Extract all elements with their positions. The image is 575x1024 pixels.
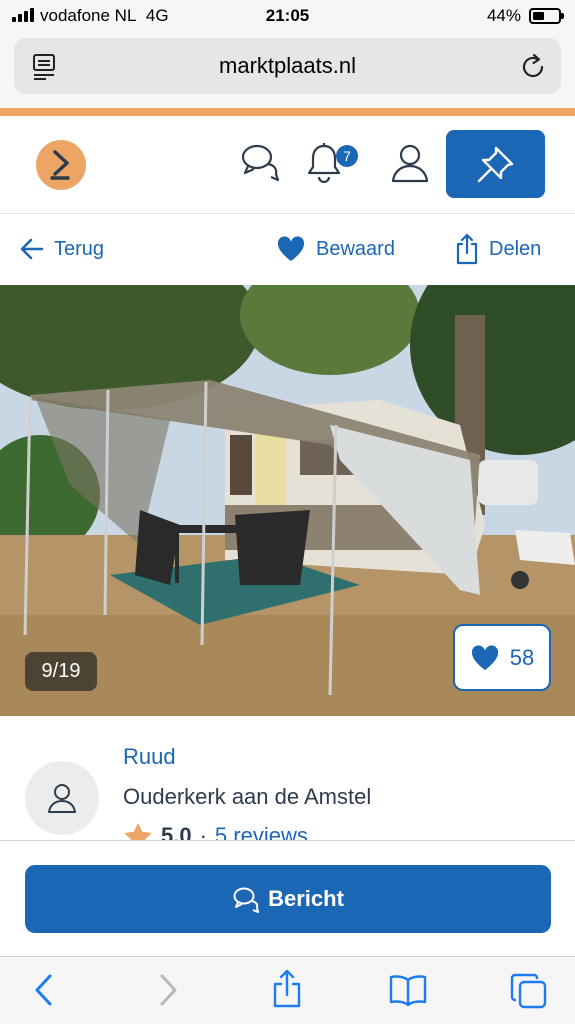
browser-toolbar [0,956,575,1024]
address-bar[interactable]: marktplaats.nl [14,38,561,94]
favorite-count: 58 [509,644,535,670]
place-ad-button[interactable] [446,130,545,198]
avatar[interactable] [25,761,99,835]
book-icon[interactable] [388,973,428,1012]
logo-icon[interactable] [36,140,86,190]
message-label: Bericht [268,886,344,911]
photo-counter: 9/19 [25,652,97,691]
reload-icon[interactable] [521,52,547,85]
favorite-count-button[interactable]: 58 [453,624,551,691]
rating-separator: · [199,823,207,840]
listing-actions: Terug Bewaard Delen [0,214,575,284]
seller-rating: 5.0 · 5 reviews [123,822,308,840]
url-text: marktplaats.nl [219,53,356,78]
heart-icon [471,644,498,670]
seller-location: Ouderkerk aan de Amstel [123,784,372,809]
arrow-left-icon [20,238,44,260]
chevron-left-icon[interactable] [32,973,56,1012]
site-header: 7 [0,116,575,214]
back-link[interactable]: Terug [20,234,104,264]
saved-button[interactable]: Bewaard [276,234,395,264]
chat-icon[interactable] [240,142,280,187]
back-label: Terug [54,237,105,260]
share-button[interactable]: Delen [455,233,542,265]
bell-icon[interactable] [306,142,342,189]
star-icon [124,823,152,840]
avatar-icon [48,784,76,813]
message-button[interactable]: Bericht [25,865,551,933]
status-bar: vodafone NL 4G 21:05 44% [0,0,575,34]
battery-fill [533,12,544,20]
browser-address-area: marktplaats.nl [0,34,575,108]
seller-name[interactable]: Ruud [123,744,176,770]
seller-info: Ruud Ouderkerk aan de Amstel 5.0 · 5 rev… [0,716,575,840]
chevron-right-icon[interactable] [156,973,180,1012]
rating-score: 5.0 [161,823,192,840]
saved-label: Bewaard [316,237,395,260]
share-label: Delen [489,237,542,260]
notification-badge: 7 [336,145,358,167]
message-icon [233,887,260,913]
pin-icon [477,146,513,183]
brand-stripe [0,108,575,116]
share-icon [456,233,478,265]
tabs-icon[interactable] [510,973,548,1014]
message-bar: Bericht [0,840,575,956]
user-icon[interactable] [390,142,430,189]
battery-percentage: 44% [486,6,521,25]
reviews-link[interactable]: 5 reviews [215,823,308,840]
heart-icon [277,236,305,261]
battery-icon [529,8,564,24]
share-sheet-icon[interactable] [272,969,302,1014]
